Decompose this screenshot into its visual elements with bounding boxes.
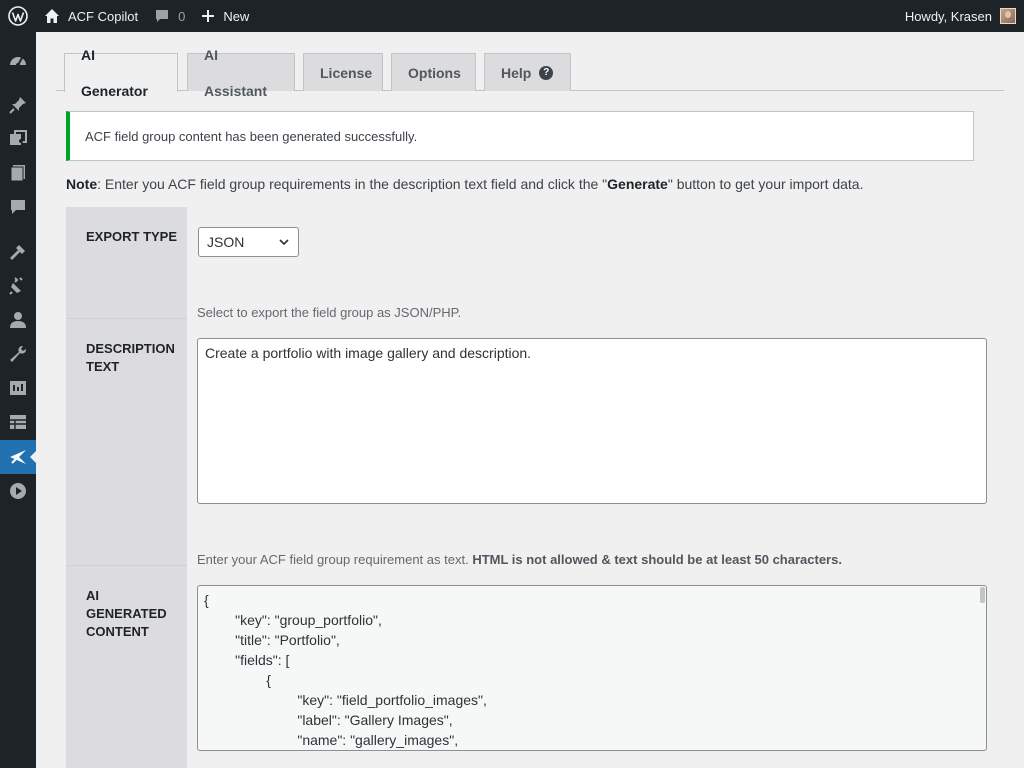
help-question-icon: ? — [539, 65, 554, 80]
tab-license[interactable]: License — [303, 53, 383, 91]
row-divider — [66, 565, 187, 566]
new-label: New — [223, 8, 250, 24]
main-content: AI Generator AI Assistant License Option… — [36, 32, 1024, 768]
success-notice: ACF field group content has been generat… — [66, 111, 974, 161]
export-type-select[interactable]: JSON — [198, 227, 299, 257]
dashboard-icon[interactable] — [0, 44, 36, 78]
plus-icon — [202, 10, 215, 22]
ai-generated-content-textarea[interactable]: { "key": "group_portfolio", "title": "Po… — [197, 585, 987, 751]
account-menu[interactable]: Howdy, Krasen — [897, 0, 1024, 32]
home-icon — [45, 9, 59, 23]
site-name: ACF Copilot — [68, 8, 139, 24]
notice-text: ACF field group content has been generat… — [85, 128, 418, 144]
form-label-column — [66, 207, 187, 768]
media-icon[interactable] — [0, 122, 36, 156]
note-generate-word: Generate — [607, 176, 668, 192]
tab-ai-generator[interactable]: AI Generator — [64, 47, 178, 99]
tab-label: Options — [408, 64, 461, 81]
description-textarea[interactable]: Create a portfolio with image gallery an… — [197, 338, 987, 504]
description-hint: Enter your ACF field group requirement a… — [197, 552, 842, 567]
description-value: Create a portfolio with image gallery an… — [205, 345, 532, 361]
note-text-before: : Enter you ACF field group requirements… — [97, 176, 608, 192]
tools-icon[interactable] — [0, 337, 36, 371]
label-line: DESCRIPTION — [86, 341, 175, 356]
note-label: Note — [66, 176, 98, 192]
tab-label: License — [320, 64, 373, 81]
code-line: { — [204, 672, 271, 688]
avatar — [1000, 8, 1016, 24]
pin-icon[interactable] — [0, 88, 36, 122]
scrollbar-thumb[interactable] — [980, 587, 985, 603]
new-content-link[interactable]: New — [193, 0, 257, 32]
code-line: "key": "field_portfolio_images", — [204, 692, 487, 708]
play-icon[interactable] — [0, 474, 36, 508]
label-line: AI — [86, 588, 99, 603]
hint-bold: HTML is not allowed & text should be at … — [472, 552, 842, 567]
tab-help[interactable]: Help? — [484, 53, 571, 91]
row-divider — [66, 318, 187, 319]
comments-link[interactable]: 0 — [146, 0, 193, 32]
acf-copilot-icon[interactable] — [0, 440, 36, 474]
appearance-icon[interactable] — [0, 235, 36, 269]
label-line: TEXT — [86, 359, 120, 374]
code-line: "key": "group_portfolio", — [204, 612, 382, 628]
pages-icon[interactable] — [0, 156, 36, 190]
wordpress-logo-icon[interactable] — [0, 0, 36, 32]
tab-bar: AI Generator AI Assistant License Option… — [56, 47, 1004, 99]
description-text-label: DESCRIPTION TEXT — [86, 340, 175, 376]
admin-menu — [0, 32, 36, 768]
export-type-description: Select to export the field group as JSON… — [197, 305, 462, 320]
acf-icon[interactable] — [0, 405, 36, 439]
code-line: { — [204, 592, 209, 608]
code-line: "fields": [ — [204, 652, 290, 668]
ai-content-label: AI GENERATED CONTENT — [86, 587, 167, 641]
comments-count: 0 — [178, 8, 186, 24]
chevron-down-icon — [279, 239, 289, 246]
code-line: "title": "Portfolio", — [204, 632, 340, 648]
plugins-icon[interactable] — [0, 269, 36, 303]
comments-icon[interactable] — [0, 190, 36, 224]
tab-label: AI Generator — [81, 47, 148, 99]
code-line: "name": "gallery_images", — [204, 732, 459, 748]
tab-label: Help — [501, 64, 532, 81]
note-text-after: " button to get your import data. — [667, 176, 864, 192]
tab-label: AI Assistant — [204, 46, 268, 99]
comment-bubble-icon — [156, 10, 169, 22]
howdy-text: Howdy, Krasen — [904, 8, 992, 24]
generator-form: EXPORT TYPE JSON Select to export the fi… — [66, 207, 987, 768]
tab-ai-assistant[interactable]: AI Assistant — [187, 47, 295, 99]
label-line: CONTENT — [86, 624, 149, 639]
tab-options[interactable]: Options — [391, 53, 476, 91]
note-text: Note: Enter you ACF field group requirem… — [66, 176, 863, 192]
site-name-link[interactable]: ACF Copilot — [36, 0, 146, 32]
code-line: "label": "Gallery Images", — [204, 712, 453, 728]
admin-bar: ACF Copilot 0 New Howdy, Krasen — [0, 0, 1024, 32]
settings-icon[interactable] — [0, 371, 36, 405]
label-line: GENERATED — [86, 606, 167, 621]
export-type-value: JSON — [207, 234, 245, 250]
hint-plain: Enter your ACF field group requirement a… — [197, 552, 473, 567]
users-icon[interactable] — [0, 303, 36, 337]
export-type-label: EXPORT TYPE — [86, 229, 178, 244]
